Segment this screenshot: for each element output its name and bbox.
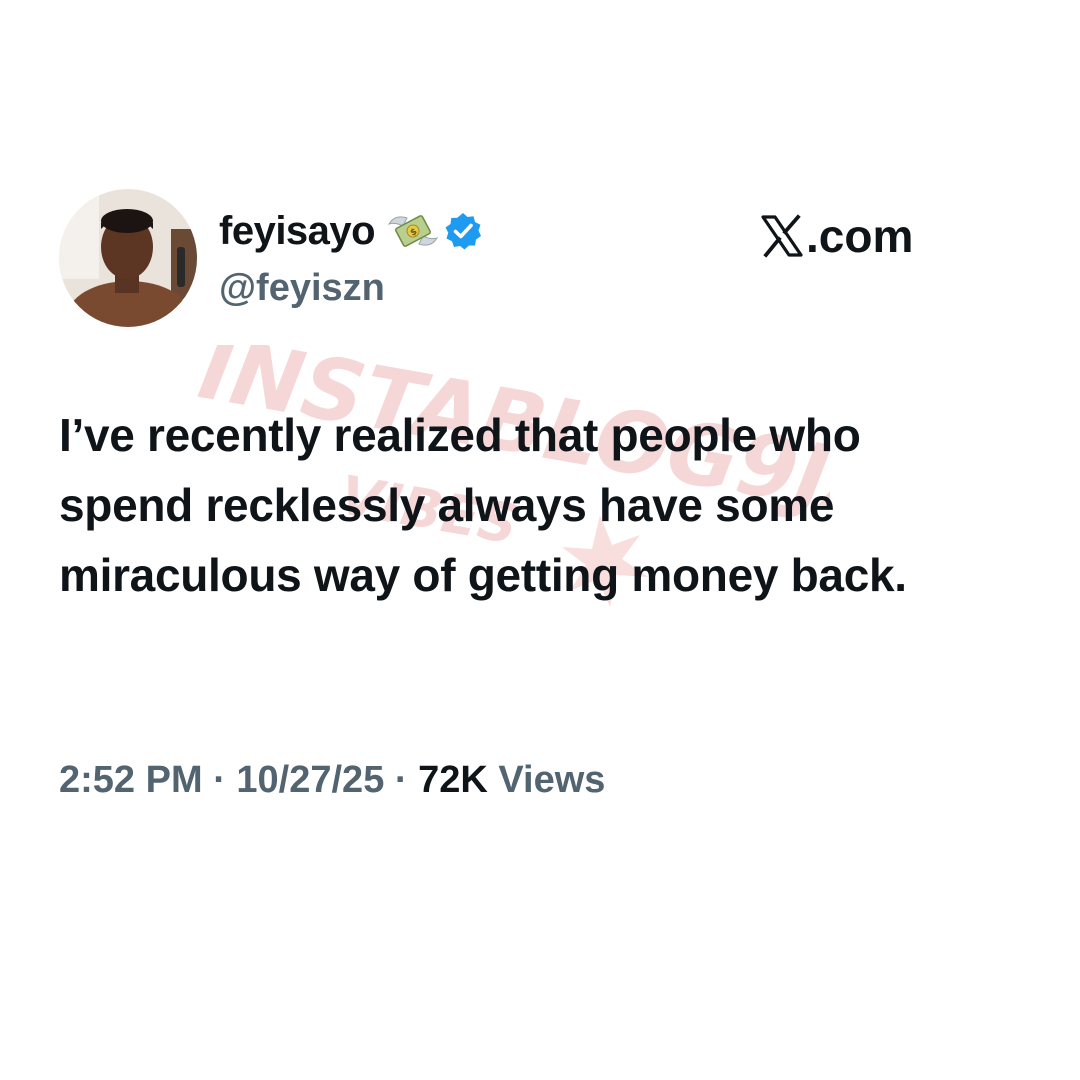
verified-badge-icon[interactable]	[443, 211, 483, 251]
tweet-text: I’ve recently realized that people who s…	[59, 409, 907, 601]
views-label: Views	[498, 759, 606, 801]
source-site[interactable]: .com	[760, 208, 913, 264]
author-handle[interactable]: @feyiszn	[219, 264, 385, 312]
x-logo-icon	[760, 214, 804, 258]
display-name[interactable]: feyisayo	[219, 205, 376, 257]
view-count[interactable]: 72K	[418, 759, 488, 801]
meta-separator: ·	[213, 759, 226, 801]
avatar[interactable]	[59, 189, 197, 327]
tweet-time[interactable]: 2:52 PM	[59, 759, 203, 801]
meta-separator: ·	[394, 759, 408, 801]
tweet-meta: 2:52 PM · 10/27/25 · 72K Views	[59, 754, 605, 806]
tweet-date[interactable]: 10/27/25	[236, 759, 384, 801]
source-site-label: .com	[806, 210, 914, 262]
author-name-row: feyisayo $	[219, 205, 483, 257]
money-with-wings-icon: $	[385, 208, 441, 254]
avatar-photo	[59, 189, 197, 327]
